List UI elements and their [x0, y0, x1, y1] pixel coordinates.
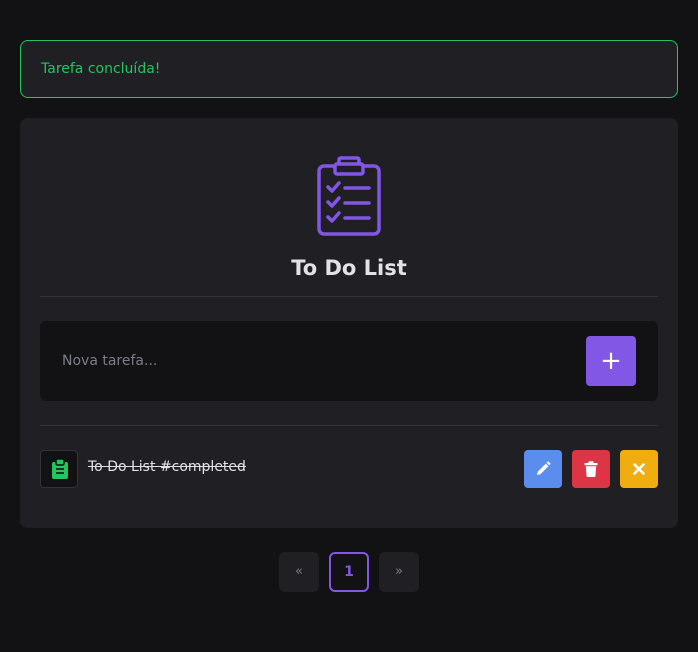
trash-icon: [584, 461, 598, 477]
new-task-input[interactable]: [40, 321, 580, 401]
task-status-box: [40, 450, 78, 488]
pagination-next[interactable]: »: [379, 552, 419, 592]
app-title: To Do List: [291, 256, 407, 280]
add-task-button[interactable]: +: [586, 336, 636, 386]
task-item: To Do List #completed: [40, 450, 658, 488]
new-task-form: +: [40, 321, 658, 401]
pencil-icon: [537, 461, 551, 475]
title-divider: [40, 296, 658, 297]
task-text: To Do List #completed: [88, 459, 246, 475]
form-divider: [40, 425, 658, 426]
clipboard-checklist-icon: [317, 156, 381, 236]
alert-message: Tarefa concluída!: [41, 61, 161, 77]
close-icon: [633, 463, 645, 475]
success-alert: Tarefa concluída!: [20, 40, 678, 98]
delete-button[interactable]: [572, 450, 610, 488]
pagination-prev[interactable]: «: [279, 552, 319, 592]
edit-button[interactable]: [524, 450, 562, 488]
clipboard-icon: [52, 459, 68, 479]
todo-card: To Do List + To Do List #completed: [20, 118, 678, 528]
pagination-page-1[interactable]: 1: [329, 552, 369, 592]
undo-button[interactable]: [620, 450, 658, 488]
